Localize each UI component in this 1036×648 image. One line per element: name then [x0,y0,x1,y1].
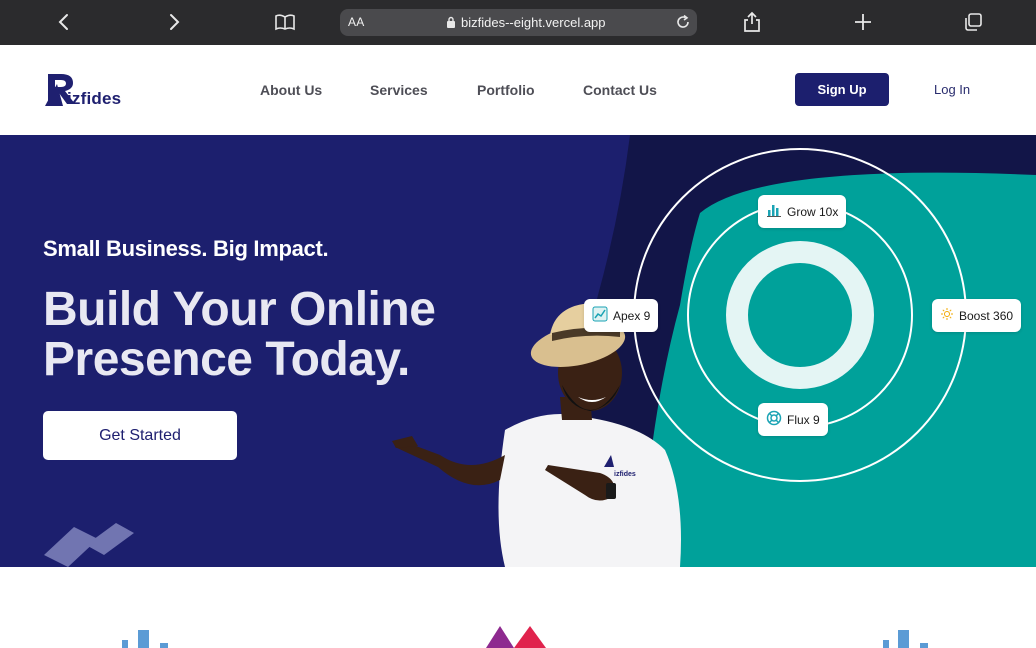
url-text: bizfides--eight.vercel.app [461,15,606,30]
bar-chart-icon [766,202,782,221]
site-header: izfides About Us Services Portfolio Cont… [0,45,1036,135]
share-icon[interactable] [739,9,765,35]
dots-pattern-icon [44,523,134,567]
headline-line-2: Presence Today. [43,333,410,386]
chip-label: Flux 9 [787,412,820,427]
reload-icon[interactable] [675,14,691,30]
get-started-button[interactable]: Get Started [43,411,237,460]
nav-contact-us[interactable]: Contact Us [583,82,657,98]
lock-icon [446,16,456,29]
chip-label: Grow 10x [787,204,839,219]
sun-icon [940,307,954,324]
hero-headline: Build Your Online Presence Today. [43,285,483,385]
chip-label: Boost 360 [959,308,1014,323]
hero-tagline: Small Business. Big Impact. [43,236,329,261]
bizfides-logo[interactable]: izfides [45,72,125,108]
chip-apex-9: Apex 9 [584,299,659,332]
text-size-button[interactable]: AA [348,15,365,29]
chip-grow-10x: Grow 10x [758,195,847,228]
log-in-link[interactable]: Log In [934,82,970,97]
browser-toolbar: AA bizfides--eight.vercel.app [0,0,1036,45]
shirt-logo-text: izfides [614,471,636,478]
chip-boost-360: Boost 360 [932,299,1022,332]
back-icon[interactable] [51,9,77,35]
features-section [0,567,1036,648]
address-bar[interactable]: AA bizfides--eight.vercel.app [340,9,697,36]
new-tab-icon[interactable] [850,9,876,35]
nav-services[interactable]: Services [370,82,428,98]
headline-line-1: Build Your Online [43,283,436,336]
growth-chart-icon [592,306,608,325]
lifebuoy-icon [766,410,782,429]
nav-about-us[interactable]: About Us [260,82,322,98]
bookmarks-icon[interactable] [272,9,298,35]
bar-chart-icon [122,630,168,648]
text-size-label: AA [348,15,365,29]
sign-up-button[interactable]: Sign Up [795,73,889,106]
hero-section: izfides Small Business. Big Impact. Buil… [0,135,1036,567]
forward-icon[interactable] [161,9,187,35]
triangles-logo-icon [486,626,546,648]
bar-chart-icon [883,630,928,648]
tabs-icon[interactable] [960,9,986,35]
nav-portfolio[interactable]: Portfolio [477,82,535,98]
chip-label: Apex 9 [613,308,651,323]
chip-flux-9: Flux 9 [758,403,828,436]
logo-text: izfides [67,89,122,108]
